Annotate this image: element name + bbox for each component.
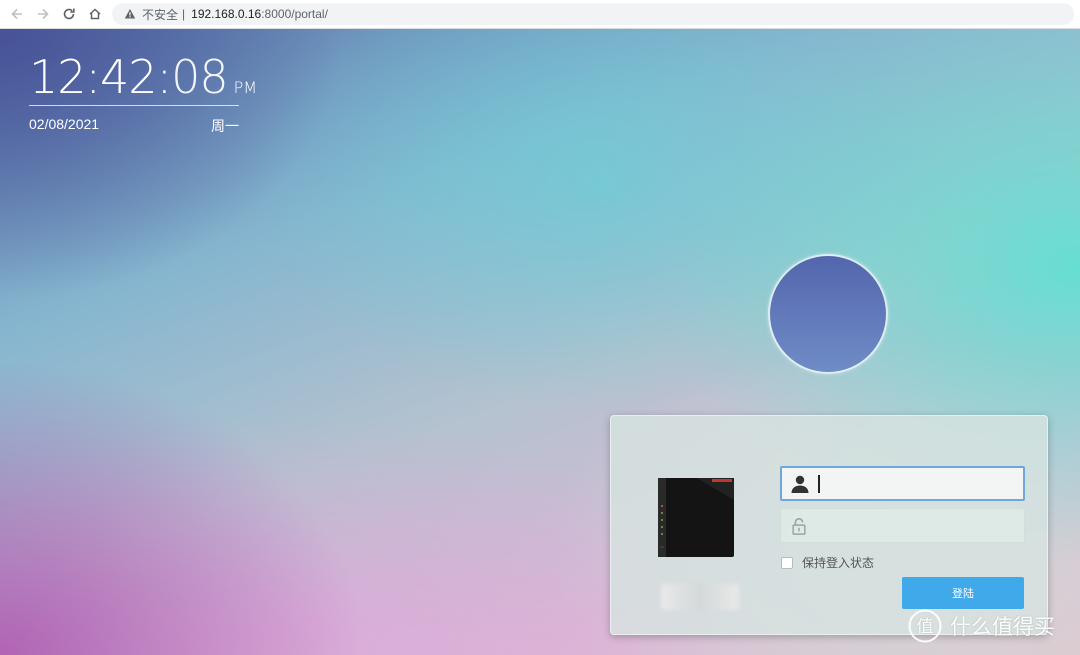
login-panel: 保持登入状态 登陆 <box>610 415 1048 635</box>
lock-icon <box>781 509 817 542</box>
clock-ampm: PM <box>233 78 258 97</box>
svg-text:值: 值 <box>917 617 934 637</box>
password-field[interactable] <box>780 508 1025 543</box>
avatar <box>768 254 888 374</box>
clock-widget: 12:42: 08 PM 02/08/2021 周一 <box>29 50 257 136</box>
remember-me-label[interactable]: 保持登入状态 <box>802 554 874 571</box>
nas-device-icon <box>658 478 734 557</box>
security-label[interactable]: 不安全 <box>142 6 178 23</box>
user-icon <box>782 468 818 499</box>
remember-me[interactable]: 保持登入状态 <box>781 554 874 571</box>
warning-icon[interactable] <box>124 8 136 20</box>
back-button[interactable] <box>6 3 28 25</box>
browser-toolbar: 不安全 | 192.168.0.16 :8000/portal/ <box>0 0 1080 29</box>
username-input[interactable] <box>819 468 1023 499</box>
username-field[interactable] <box>780 466 1025 501</box>
address-bar[interactable]: 不安全 | 192.168.0.16 :8000/portal/ <box>112 3 1074 25</box>
reload-button[interactable] <box>58 3 80 25</box>
device-name-blurred <box>661 584 739 610</box>
login-button[interactable]: 登陆 <box>902 577 1024 609</box>
watermark-logo-icon: 值 <box>908 609 942 643</box>
clock-hours-minutes: 12:42: <box>29 50 172 104</box>
forward-button[interactable] <box>32 3 54 25</box>
back-icon <box>11 8 22 20</box>
clock-date: 02/08/2021 <box>29 116 100 132</box>
home-button[interactable] <box>84 3 106 25</box>
clock-time: 12:42: 08 PM <box>29 50 257 106</box>
reload-icon <box>63 8 75 20</box>
password-input[interactable] <box>817 509 1024 542</box>
home-icon <box>89 8 101 20</box>
remember-me-checkbox[interactable] <box>781 556 793 569</box>
watermark-text: 什么值得买 <box>950 615 1055 639</box>
clock-seconds: 08 <box>171 50 229 104</box>
url-path: :8000/portal/ <box>261 7 328 21</box>
url-host: 192.168.0.16 <box>191 7 262 21</box>
login-page-background: 12:42: 08 PM 02/08/2021 周一 保持登入状态 登陆 值 什… <box>0 29 1080 655</box>
clock-date-row: 02/08/2021 周一 <box>29 116 239 136</box>
clock-weekday: 周一 <box>211 118 239 134</box>
url-separator: | <box>182 7 186 21</box>
watermark: 值 什么值得买 <box>908 609 1055 643</box>
forward-icon <box>38 8 49 20</box>
